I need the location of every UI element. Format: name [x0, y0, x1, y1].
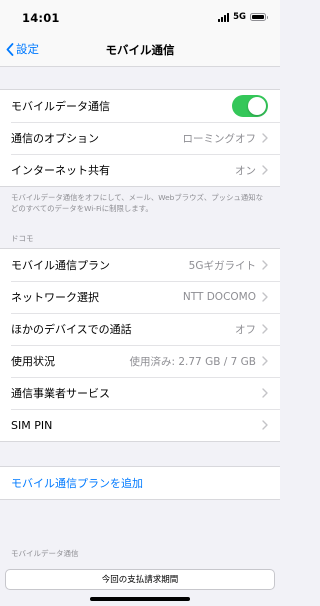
carrier-section-header: ドコモ	[11, 234, 34, 243]
chevron-right-icon	[262, 356, 268, 366]
data-options-label: 通信のオプション	[11, 132, 99, 145]
mobile-data-group: モバイルデータ通信 通信のオプション ローミングオフ インターネット共有 オン	[0, 89, 280, 187]
battery-icon	[250, 13, 268, 21]
network-type: 5G	[233, 12, 246, 22]
mobile-data-section-header: モバイルデータ通信	[11, 549, 79, 558]
personal-hotspot-row[interactable]: インターネット共有 オン	[0, 154, 280, 186]
add-plan-group: モバイル通信プランを追加	[0, 466, 280, 500]
chevron-right-icon	[262, 133, 268, 143]
status-indicators: 5G	[218, 12, 268, 22]
chevron-right-icon	[262, 388, 268, 398]
page-title: モバイル通信	[105, 43, 175, 57]
home-indicator[interactable]	[90, 597, 190, 601]
status-time: 14:01	[22, 11, 60, 25]
carrier-group: モバイル通信プラン 5Gギガライト ネットワーク選択 NTT DOCOMO ほか…	[0, 248, 280, 442]
add-cellular-plan-label: モバイル通信プランを追加	[11, 477, 143, 490]
navigation-bar: 設定 モバイル通信	[0, 34, 280, 67]
cellular-plan-row[interactable]: モバイル通信プラン 5Gギガライト	[0, 249, 280, 281]
usage-value: 使用済み: 2.77 GB / 7 GB	[129, 355, 256, 368]
calls-other-devices-row[interactable]: ほかのデバイスでの通話 オフ	[0, 313, 280, 345]
network-selection-value: NTT DOCOMO	[182, 291, 256, 303]
network-selection-label: ネットワーク選択	[11, 291, 99, 304]
personal-hotspot-label: インターネット共有	[11, 164, 110, 177]
mobile-data-toggle[interactable]	[232, 95, 268, 117]
mobile-data-footnote: モバイルデータ通信をオフにして、メール、Webブラウズ、プッシュ通知などのすべて…	[11, 193, 264, 213]
carrier-services-label: 通信事業者サービス	[11, 387, 110, 400]
data-options-row[interactable]: 通信のオプション ローミングオフ	[0, 122, 280, 154]
billing-period-button[interactable]: 今回の支払請求期間	[5, 569, 275, 590]
cellular-plan-label: モバイル通信プラン	[11, 259, 110, 272]
status-bar: 14:01 5G	[0, 0, 280, 34]
chevron-right-icon	[262, 420, 268, 430]
cellular-plan-value: 5Gギガライト	[188, 259, 256, 272]
personal-hotspot-value: オン	[235, 164, 256, 177]
usage-row[interactable]: 使用状況 使用済み: 2.77 GB / 7 GB	[0, 345, 280, 377]
chevron-right-icon	[262, 260, 268, 270]
calls-other-devices-value: オフ	[235, 323, 256, 336]
data-options-value: ローミングオフ	[182, 132, 257, 145]
calls-other-devices-label: ほかのデバイスでの通話	[11, 323, 132, 336]
chevron-right-icon	[262, 324, 268, 334]
mobile-data-row: モバイルデータ通信	[0, 90, 280, 122]
carrier-services-row[interactable]: 通信事業者サービス	[0, 377, 280, 409]
sim-pin-label: SIM PIN	[11, 418, 53, 432]
signal-strength-icon	[218, 12, 230, 22]
mobile-data-label: モバイルデータ通信	[11, 100, 110, 113]
chevron-right-icon	[262, 292, 268, 302]
sim-pin-row[interactable]: SIM PIN	[0, 409, 280, 441]
chevron-right-icon	[262, 165, 268, 175]
toggle-knob	[248, 97, 266, 115]
usage-label: 使用状況	[11, 355, 55, 368]
add-cellular-plan-button[interactable]: モバイル通信プランを追加	[0, 467, 280, 499]
network-selection-row[interactable]: ネットワーク選択 NTT DOCOMO	[0, 281, 280, 313]
